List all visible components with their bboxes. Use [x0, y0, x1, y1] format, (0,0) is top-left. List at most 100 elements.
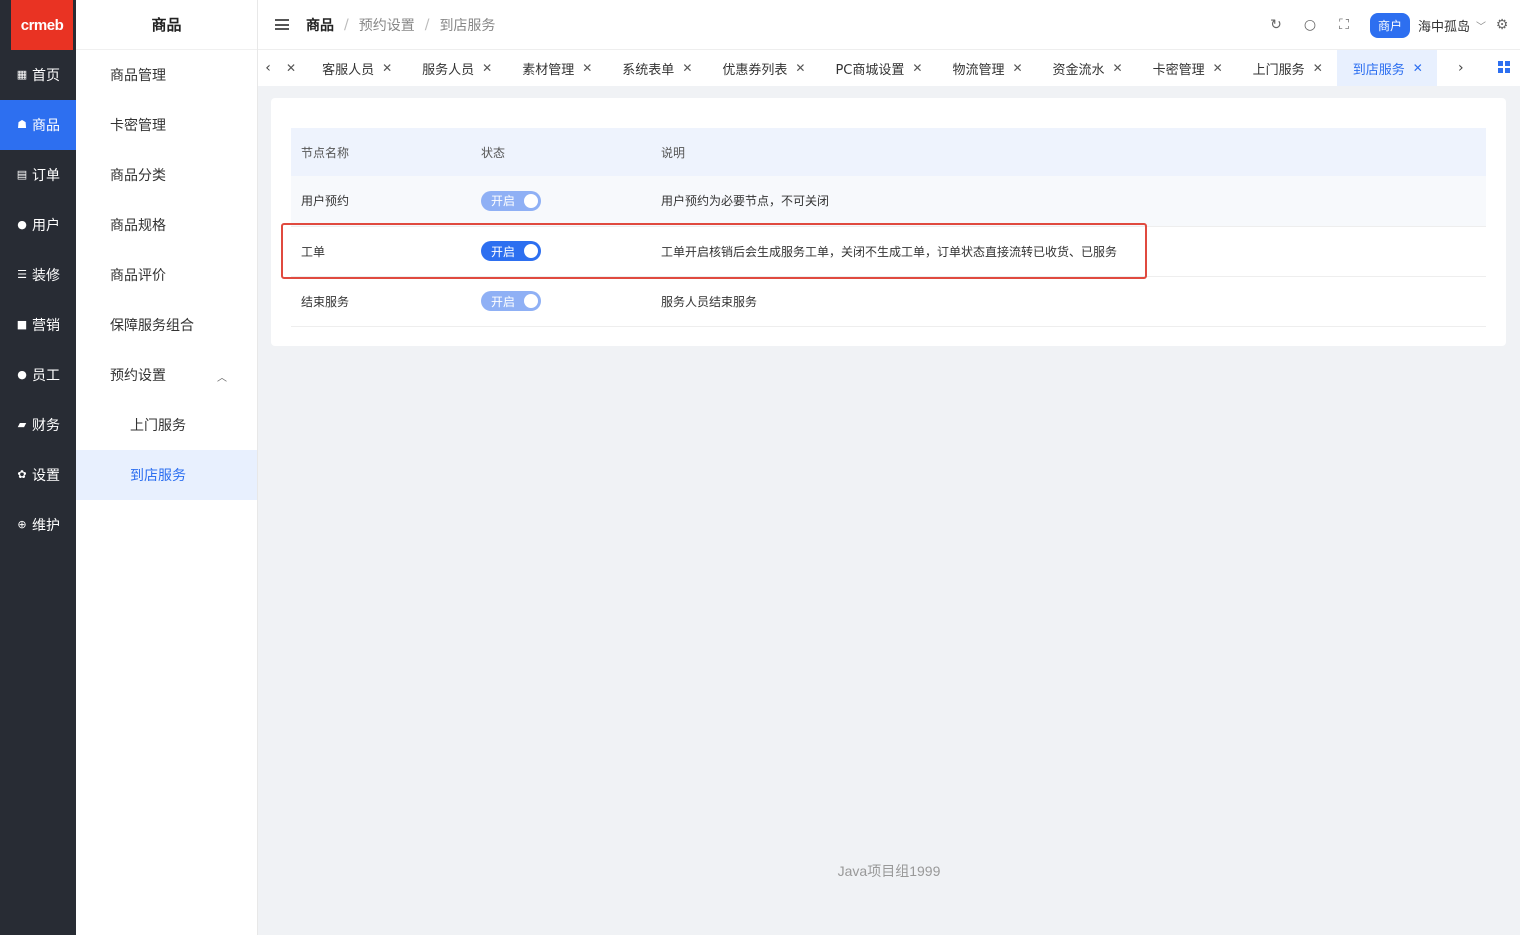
nav-item-user[interactable]: ● 用户 — [0, 200, 76, 250]
menu-toggle-icon[interactable] — [275, 19, 289, 30]
status-cell: 开启 — [471, 226, 651, 277]
sliders-icon: ☰ — [17, 268, 27, 281]
status-toggle[interactable]: 开启 — [481, 291, 541, 311]
tab-label: 优惠券列表 — [722, 62, 788, 78]
tab[interactable]: 优惠券列表 ✕ — [706, 50, 819, 86]
tab[interactable]: 物流管理 ✕ — [936, 50, 1036, 86]
status-toggle[interactable]: 开启 — [481, 241, 541, 261]
header-tools: ↻ ○ ⛶ 商户 海中孤岛 ﹀ ⚙ — [1250, 0, 1510, 50]
nav-item-decorate[interactable]: ☰ 装修 — [0, 250, 76, 300]
tab-label: 卡密管理 — [1152, 62, 1205, 78]
tab[interactable]: 素材管理 ✕ — [506, 50, 606, 86]
nav-label: 维护 — [32, 518, 60, 534]
column-header: 状态 — [471, 128, 651, 176]
close-icon[interactable]: ✕ — [1413, 61, 1423, 75]
tab[interactable]: 卡密管理 ✕ — [1137, 50, 1237, 86]
nav-item-home[interactable]: ▦ 首页 — [0, 50, 76, 100]
tabs-menu-icon[interactable] — [1498, 61, 1510, 73]
refresh-icon[interactable]: ↻ — [1268, 17, 1284, 33]
chevron-right-icon[interactable]: › — [1451, 60, 1471, 76]
submenu-item-home-service[interactable]: 上门服务 — [76, 400, 257, 450]
nav-item-order[interactable]: ▤ 订单 — [0, 150, 76, 200]
nav-item-product[interactable]: ☗ 商品 — [0, 100, 76, 150]
username[interactable]: 海中孤岛 — [1418, 16, 1470, 35]
gear-icon: ✿ — [17, 468, 27, 481]
wallet-icon: ▰ — [17, 418, 27, 431]
nav-item-finance[interactable]: ▰ 财务 — [0, 400, 76, 450]
nav-item-marketing[interactable]: ■ 营销 — [0, 300, 76, 350]
close-icon[interactable]: ✕ — [1213, 61, 1223, 75]
submenu-item-guarantee[interactable]: 保障服务组合 — [76, 300, 257, 350]
column-header: 节点名称 — [291, 128, 471, 176]
close-icon[interactable]: ✕ — [912, 61, 922, 75]
chevron-left-icon[interactable]: ‹ — [258, 60, 278, 76]
chevron-up-icon: ︿ — [217, 373, 227, 384]
plus-circle-icon: ⊕ — [17, 518, 27, 531]
tab-label: 资金流水 — [1052, 62, 1105, 78]
tab-label: 上门服务 — [1252, 62, 1305, 78]
table-row: 用户预约 开启 用户预约为必要节点，不可关闭 — [291, 176, 1486, 227]
close-icon[interactable]: ✕ — [1313, 61, 1323, 75]
close-icon[interactable]: ✕ — [582, 61, 592, 75]
submenu: 商品 商品管理 卡密管理 商品分类 商品规格 商品评价 保障服务组合 预约设置 ︿… — [76, 0, 258, 935]
close-icon[interactable]: ✕ — [1113, 61, 1123, 75]
breadcrumb-item: 到店服务 — [439, 17, 496, 34]
submenu-item-spec[interactable]: 商品规格 — [76, 200, 257, 250]
grid-icon: ▦ — [16, 68, 28, 81]
close-icon[interactable]: ✕ — [382, 61, 392, 75]
nav-label: 商品 — [32, 118, 60, 134]
merchant-badge: 商户 — [1369, 12, 1410, 38]
fullscreen-icon[interactable]: ⛶ — [1336, 17, 1352, 33]
tab-bar: ‹ ✕ 客服人员 ✕ 服务人员 ✕ 素材管理 ✕ 系统表单 ✕ 优惠券列表 ✕ PC商城设… — [258, 50, 1520, 86]
submenu-title: 商品 — [76, 0, 257, 50]
content-card: 节点名称 状态 说明 用户预约 开启 用户预约为必要节点，不可关闭 工单 开启 … — [271, 98, 1506, 346]
tab-label: 素材管理 — [522, 62, 575, 78]
submenu-item-review[interactable]: 商品评价 — [76, 250, 257, 300]
close-icon[interactable]: ✕ — [482, 61, 492, 75]
tab[interactable]: 系统表单 ✕ — [606, 50, 706, 86]
tab[interactable]: 资金流水 ✕ — [1037, 50, 1137, 86]
close-icon[interactable]: ✕ — [795, 61, 805, 75]
submenu-item-category[interactable]: 商品分类 — [76, 150, 257, 200]
breadcrumb-item[interactable]: 预约设置 — [359, 15, 415, 35]
nav-item-settings[interactable]: ✿ 设置 — [0, 450, 76, 500]
close-icon[interactable]: ✕ — [1012, 61, 1022, 75]
node-table: 节点名称 状态 说明 用户预约 开启 用户预约为必要节点，不可关闭 工单 开启 … — [291, 128, 1486, 327]
tab[interactable]: 客服人员 ✕ — [306, 50, 406, 86]
chevron-down-icon[interactable]: ﹀ — [1476, 18, 1486, 33]
tab-label: 服务人员 — [422, 62, 475, 78]
tab-active[interactable]: 到店服务 ✕ — [1336, 50, 1437, 86]
logo[interactable]: crmeb — [11, 0, 73, 50]
close-icon[interactable]: ✕ — [286, 61, 296, 75]
submenu-item-booking-settings[interactable]: 预约设置 ︿ — [76, 350, 257, 400]
status-toggle[interactable]: 开启 — [481, 190, 541, 211]
nav-item-staff[interactable]: ● 员工 — [0, 350, 76, 400]
nav-label: 设置 — [32, 468, 60, 484]
node-description: 服务人员结束服务 — [651, 276, 1486, 327]
tab[interactable]: PC商城设置 ✕ — [819, 50, 936, 86]
footer-text: Java项目组1999 — [837, 863, 941, 879]
bag-icon: ☗ — [17, 118, 27, 131]
submenu-item-card-manage[interactable]: 卡密管理 — [76, 100, 257, 150]
nav-label: 首页 — [32, 68, 60, 84]
search-icon[interactable]: ○ — [1302, 17, 1318, 33]
tab[interactable]: 上门服务 ✕ — [1237, 50, 1337, 86]
toggle-label: 开启 — [491, 244, 516, 259]
status-cell: 开启 — [471, 176, 651, 227]
breadcrumb-item[interactable]: 商品 — [306, 15, 334, 35]
close-icon[interactable]: ✕ — [682, 61, 692, 75]
status-cell: 开启 — [471, 276, 651, 327]
node-name: 结束服务 — [291, 276, 471, 327]
node-description: 用户预约为必要节点，不可关闭 — [651, 176, 1486, 227]
nav-item-maintain[interactable]: ⊕ 维护 — [0, 500, 76, 550]
tab-label: PC商城设置 — [835, 62, 905, 78]
gear-icon[interactable]: ⚙ — [1494, 17, 1510, 33]
table-row: 工单 开启 工单开启核销后会生成服务工单，关闭不生成工单，订单状态直接流转已收货… — [291, 226, 1486, 277]
tab[interactable]: ✕ — [278, 50, 306, 86]
tab[interactable]: 服务人员 ✕ — [406, 50, 506, 86]
tab-label: 到店服务 — [1352, 62, 1405, 78]
clipboard-icon: ▤ — [16, 168, 28, 181]
tab-label: 客服人员 — [322, 62, 375, 78]
submenu-item-product-manage[interactable]: 商品管理 — [76, 50, 257, 100]
submenu-item-store-service[interactable]: 到店服务 — [76, 450, 257, 500]
